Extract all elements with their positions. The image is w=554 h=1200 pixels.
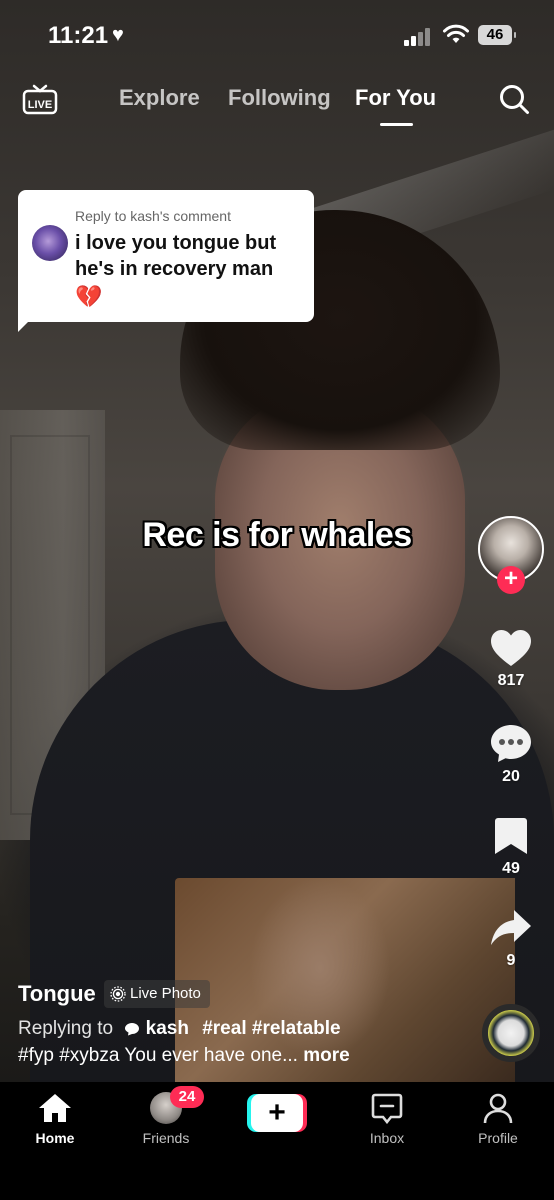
post-description: Replying to kash #real #relatable #fyp #… xyxy=(18,1015,478,1069)
broken-heart-emoji: 💔 xyxy=(75,284,103,309)
tab-following[interactable]: Following xyxy=(228,85,331,111)
reply-comment-card[interactable]: Reply to kash's comment i love you tongu… xyxy=(18,190,314,322)
hashtags-line1[interactable]: #real #relatable xyxy=(202,1018,340,1039)
tab-friends-label: Friends xyxy=(142,1130,190,1146)
tab-friends[interactable]: 24 Friends xyxy=(126,1086,206,1146)
like-button[interactable]: 817 xyxy=(480,628,542,690)
status-time: 11:21 xyxy=(48,22,109,49)
inbox-icon xyxy=(371,1093,403,1124)
bookmark-icon xyxy=(495,818,527,854)
status-bar: 11:21 ♥ 46 xyxy=(0,0,554,70)
comment-icon xyxy=(491,725,531,762)
bottom-tab-bar: Home 24 Friends + Inbox Profile xyxy=(0,1082,554,1200)
live-photo-label: Live Photo xyxy=(130,985,201,1002)
reply-card-header: Reply to kash's comment xyxy=(75,208,231,224)
live-tv-icon[interactable]: LIVE xyxy=(22,82,58,116)
video-caption: Rec is for whales xyxy=(142,516,412,554)
signal-icon xyxy=(404,28,434,46)
heart-icon: ♥ xyxy=(112,24,124,46)
comment-count: 20 xyxy=(502,768,520,785)
more-link[interactable]: more xyxy=(303,1045,349,1066)
tab-profile-label: Profile xyxy=(478,1130,518,1146)
wifi-icon xyxy=(443,24,469,43)
share-button[interactable]: 9 xyxy=(480,908,542,970)
profile-icon xyxy=(483,1093,513,1124)
author-name[interactable]: Tongue xyxy=(18,981,96,1007)
tab-profile[interactable]: Profile xyxy=(458,1092,538,1146)
bookmark-count: 49 xyxy=(502,860,520,877)
active-tab-indicator xyxy=(380,123,413,126)
replying-user-link[interactable]: kash xyxy=(146,1018,189,1039)
tab-inbox-label: Inbox xyxy=(369,1130,405,1146)
tab-explore[interactable]: Explore xyxy=(119,85,200,111)
live-photo-badge[interactable]: Live Photo xyxy=(104,980,210,1008)
comment-bubble-icon xyxy=(125,1022,140,1036)
like-count: 817 xyxy=(497,672,525,689)
create-button[interactable]: + xyxy=(247,1094,307,1132)
top-nav: LIVE Explore Following For You xyxy=(0,70,554,130)
share-icon xyxy=(491,910,531,945)
tab-for-you[interactable]: For You xyxy=(355,85,436,111)
live-photo-icon xyxy=(110,986,126,1002)
plus-icon: + xyxy=(251,1094,303,1132)
reply-card-text: i love you tongue but he's in recovery m… xyxy=(75,232,277,280)
home-icon xyxy=(39,1094,71,1122)
description-line2: #fyp #xybza You ever have one... xyxy=(18,1045,298,1066)
search-icon[interactable] xyxy=(498,83,530,115)
share-count: 9 xyxy=(506,952,516,969)
svg-text:LIVE: LIVE xyxy=(28,99,52,111)
commenter-avatar xyxy=(32,225,68,261)
replying-prefix: Replying to xyxy=(18,1018,114,1039)
friends-badge: 24 xyxy=(170,1086,204,1108)
reply-card-tail xyxy=(18,312,38,332)
music-disc[interactable] xyxy=(482,1004,540,1062)
tab-home-label: Home xyxy=(35,1130,75,1146)
bookmark-button[interactable]: 49 xyxy=(480,816,542,878)
follow-button[interactable]: + xyxy=(497,566,525,594)
tab-home[interactable]: Home xyxy=(15,1092,95,1146)
comment-button[interactable]: 20 xyxy=(480,722,542,786)
like-heart-icon xyxy=(491,630,531,666)
battery-indicator: 46 xyxy=(478,25,516,45)
tab-inbox[interactable]: Inbox xyxy=(347,1092,427,1146)
